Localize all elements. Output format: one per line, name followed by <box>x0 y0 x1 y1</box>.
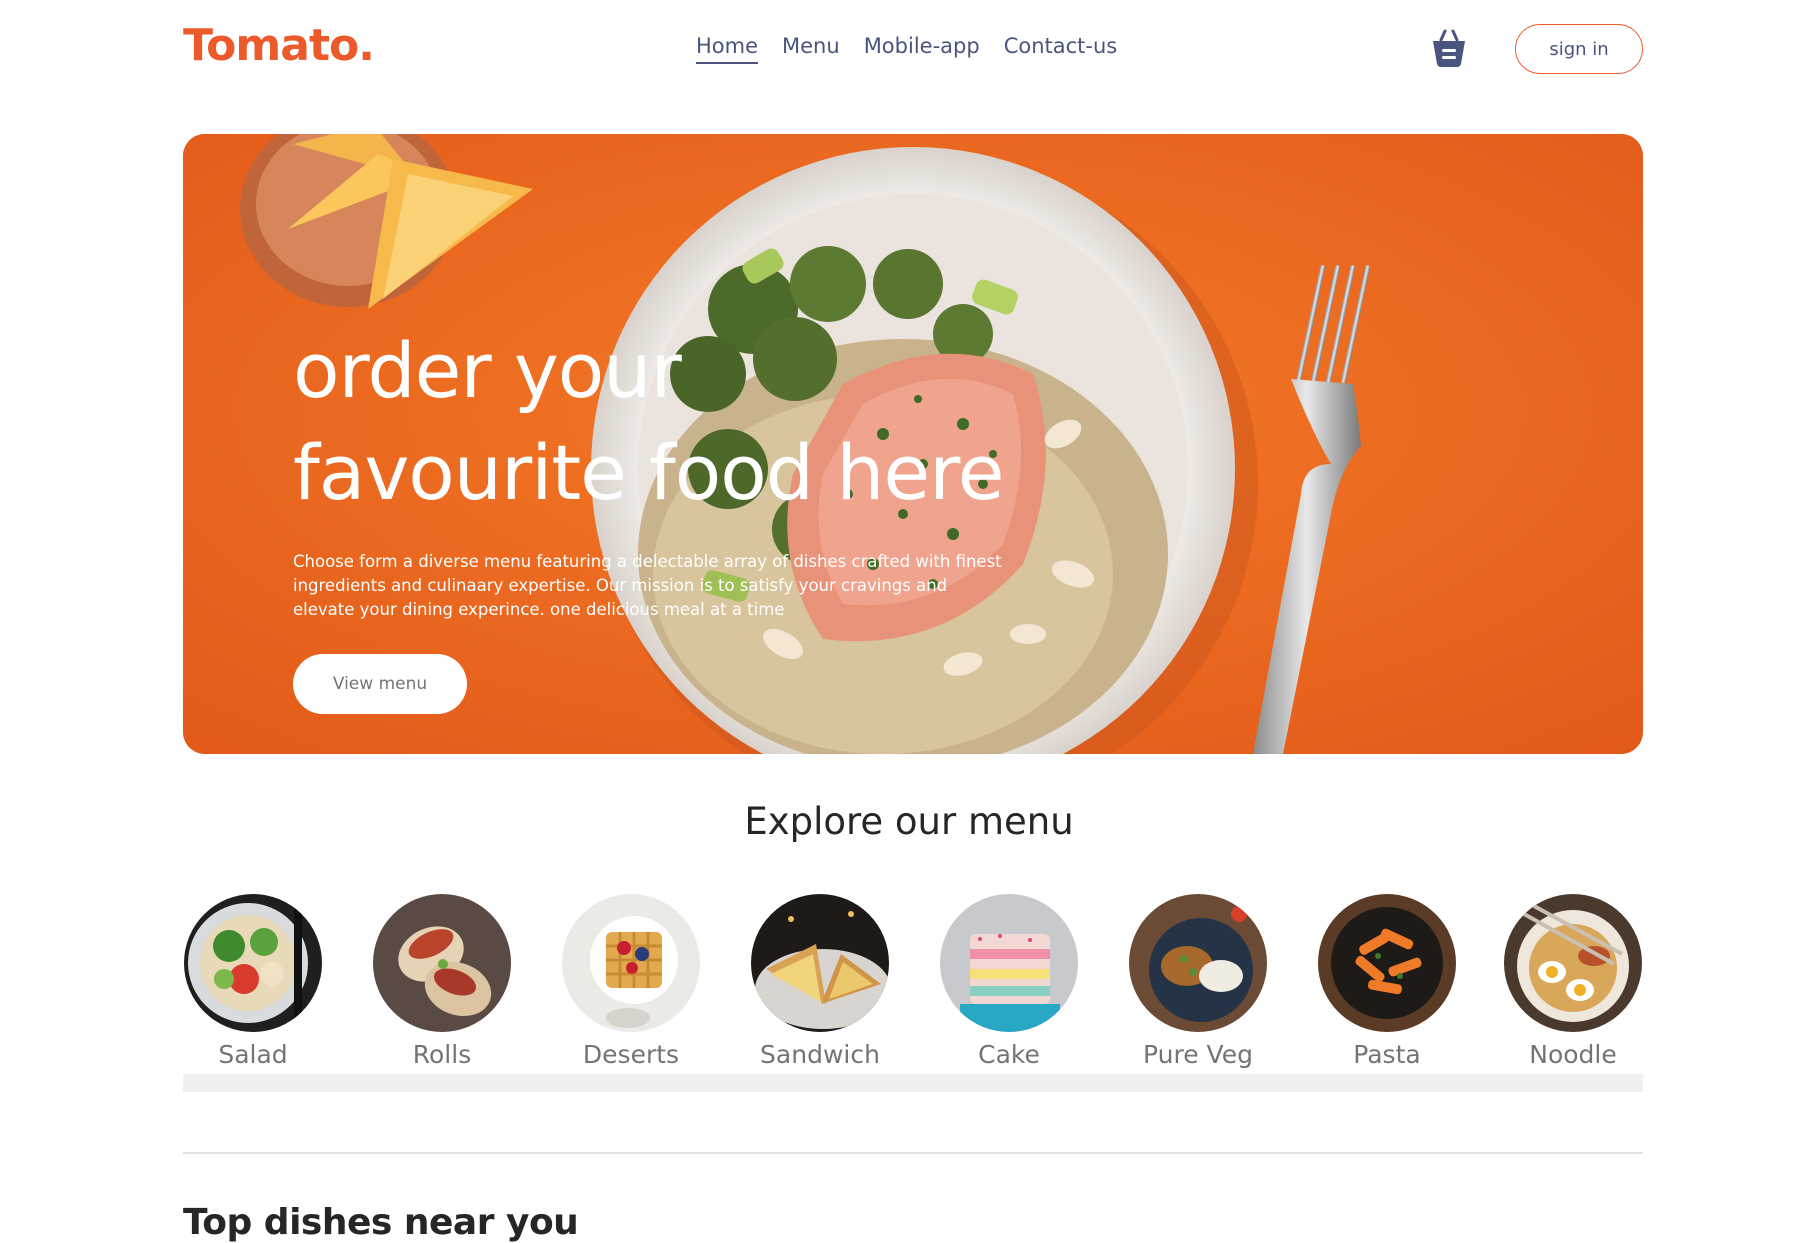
deserts-image <box>562 894 700 1032</box>
cake-image <box>940 894 1078 1032</box>
section-divider <box>183 1152 1643 1154</box>
menu-item-label: Noodle <box>1529 1040 1617 1069</box>
view-menu-button[interactable]: View menu <box>293 654 467 714</box>
hero-title: order your favourite food here <box>293 320 1013 524</box>
pure-veg-image <box>1129 894 1267 1032</box>
menu-item-deserts[interactable]: Deserts <box>561 894 701 1069</box>
nav-menu-link[interactable]: Menu <box>782 34 840 64</box>
logo[interactable]: Tomato. <box>183 20 375 71</box>
nav-contact-us[interactable]: Contact-us <box>1004 34 1118 64</box>
nav-mobile-app[interactable]: Mobile-app <box>864 34 980 64</box>
menu-item-salad[interactable]: Salad <box>183 894 323 1069</box>
menu-item-label: Sandwich <box>760 1040 880 1069</box>
menu-item-pasta[interactable]: Pasta <box>1317 894 1457 1069</box>
hero-title-line2: favourite food here <box>293 428 1004 517</box>
hero-title-line1: order your <box>293 326 682 415</box>
pasta-image <box>1318 894 1456 1032</box>
menu-scrollbar[interactable] <box>183 1074 1643 1092</box>
menu-item-label: Deserts <box>582 1040 680 1069</box>
menu-item-noodle[interactable]: Noodle <box>1503 894 1643 1069</box>
menu-item-label: Salad <box>218 1040 288 1069</box>
top-dishes-title: Top dishes near you <box>183 1202 579 1243</box>
menu-item-cake[interactable]: Cake <box>939 894 1079 1069</box>
menu-item-rolls[interactable]: Rolls <box>372 894 512 1069</box>
sandwich-image <box>751 894 889 1032</box>
hero-banner: order your favourite food here Choose fo… <box>183 134 1643 754</box>
rolls-image <box>373 894 511 1032</box>
sign-in-button[interactable]: sign in <box>1515 24 1643 74</box>
nav-menu: Home Menu Mobile-app Contact-us <box>696 34 1117 64</box>
hero-content: order your favourite food here Choose fo… <box>293 320 1013 714</box>
menu-item-sandwich[interactable]: Sandwich <box>750 894 890 1069</box>
menu-item-label: Pasta <box>1353 1040 1421 1069</box>
nav-home[interactable]: Home <box>696 34 759 64</box>
menu-item-label: Rolls <box>412 1040 472 1069</box>
navbar: Tomato. Home Menu Mobile-app Contact-us … <box>183 0 1643 98</box>
menu-item-pure-veg[interactable]: Pure Veg <box>1128 894 1268 1069</box>
menu-item-label: Pure Veg <box>1143 1040 1253 1069</box>
basket-icon[interactable] <box>1431 28 1467 68</box>
hero-description: Choose form a diverse menu featuring a d… <box>293 552 1002 619</box>
salad-image <box>184 894 322 1032</box>
explore-menu-list: Salad Rolls Deserts Sandwich Cake Pure V… <box>183 894 1643 1092</box>
explore-menu-title: Explore our menu <box>744 800 1074 843</box>
noodle-image <box>1504 894 1642 1032</box>
menu-item-label: Cake <box>978 1040 1040 1069</box>
